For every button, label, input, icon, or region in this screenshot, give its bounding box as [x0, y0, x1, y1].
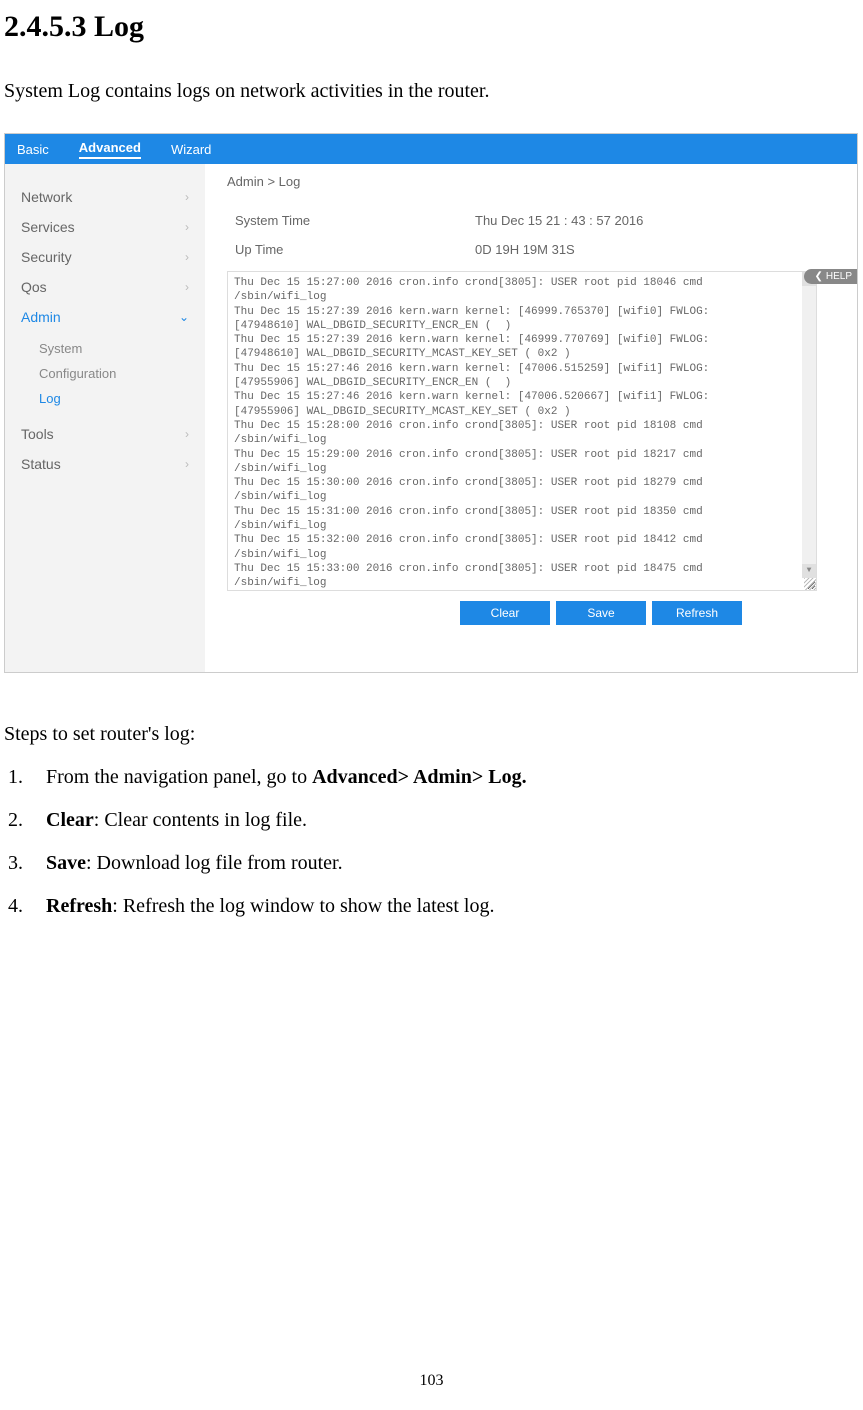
log-textarea[interactable]: Thu Dec 15 15:27:00 2016 cron.info crond… — [227, 271, 817, 591]
steps-list: 1. From the navigation panel, go to Adva… — [4, 766, 859, 918]
chevron-right-icon: › — [185, 250, 189, 264]
sidebar: Network › Services › Security › Qos › Ad… — [5, 164, 205, 672]
sidebar-item-label: Qos — [21, 279, 47, 295]
scrollbar-track[interactable] — [802, 272, 816, 578]
step-num: 1. — [8, 766, 46, 789]
tab-basic[interactable]: Basic — [17, 142, 49, 157]
step-2: 2. Clear: Clear contents in log file. — [8, 809, 859, 832]
step-num: 4. — [8, 895, 46, 918]
sidebar-item-label: Tools — [21, 426, 54, 442]
chevron-right-icon: › — [185, 190, 189, 204]
sidebar-item-label: Admin — [21, 309, 61, 325]
step-3: 3. Save: Download log file from router. — [8, 852, 859, 875]
help-tag[interactable]: ❮ HELP — [804, 269, 857, 284]
sidebar-item-security[interactable]: Security › — [5, 242, 205, 272]
step-4: 4. Refresh: Refresh the log window to sh… — [8, 895, 859, 918]
breadcrumb: Admin > Log — [225, 174, 837, 189]
system-time-value: Thu Dec 15 21 : 43 : 57 2016 — [475, 213, 643, 228]
sidebar-subitem-log[interactable]: Log — [39, 386, 205, 411]
chevron-right-icon: › — [185, 280, 189, 294]
page-number: 103 — [4, 1372, 859, 1390]
steps-intro: Steps to set router's log: — [4, 723, 859, 746]
sidebar-item-label: Security — [21, 249, 72, 265]
main-content: Admin > Log System Time Thu Dec 15 21 : … — [205, 164, 857, 672]
step-suffix: : Refresh the log window to show the lat… — [112, 895, 494, 917]
admin-subitems: System Configuration Log — [5, 332, 205, 419]
clear-button[interactable]: Clear — [460, 601, 550, 625]
help-label: HELP — [826, 271, 852, 282]
intro-text: System Log contains logs on network acti… — [4, 80, 859, 103]
step-bold: Advanced> Admin> Log. — [312, 766, 527, 788]
step-bold: Clear — [46, 809, 94, 831]
sidebar-item-network[interactable]: Network › — [5, 182, 205, 212]
resize-grip-icon[interactable] — [804, 578, 816, 590]
step-suffix: : Download log file from router. — [86, 852, 343, 874]
sidebar-item-tools[interactable]: Tools › — [5, 419, 205, 449]
sidebar-item-label: Services — [21, 219, 75, 235]
step-1: 1. From the navigation panel, go to Adva… — [8, 766, 859, 789]
chevron-right-icon: › — [185, 457, 189, 471]
sidebar-item-label: Status — [21, 456, 61, 472]
section-heading: 2.4.5.3 Log — [4, 10, 859, 44]
sidebar-item-label: Network — [21, 189, 72, 205]
sidebar-item-admin[interactable]: Admin ⌄ — [5, 302, 205, 332]
button-row: Clear Save Refresh — [225, 601, 837, 625]
sidebar-subitem-system[interactable]: System — [39, 336, 205, 361]
chevron-down-icon: ⌄ — [179, 310, 189, 324]
step-suffix: : Clear contents in log file. — [94, 809, 307, 831]
step-bold: Refresh — [46, 895, 112, 917]
top-tab-bar: Basic Advanced Wizard — [5, 134, 857, 164]
system-time-row: System Time Thu Dec 15 21 : 43 : 57 2016 — [225, 213, 837, 228]
chevron-right-icon: › — [185, 427, 189, 441]
step-num: 2. — [8, 809, 46, 832]
system-time-label: System Time — [235, 213, 475, 228]
chevron-right-icon: › — [185, 220, 189, 234]
up-time-label: Up Time — [235, 242, 475, 257]
help-icon: ❮ — [814, 271, 822, 282]
step-bold: Save — [46, 852, 86, 874]
step-text: From the navigation panel, go to — [46, 766, 312, 788]
sidebar-item-services[interactable]: Services › — [5, 212, 205, 242]
save-button[interactable]: Save — [556, 601, 646, 625]
up-time-row: Up Time 0D 19H 19M 31S — [225, 242, 837, 257]
up-time-value: 0D 19H 19M 31S — [475, 242, 575, 257]
sidebar-item-qos[interactable]: Qos › — [5, 272, 205, 302]
step-num: 3. — [8, 852, 46, 875]
refresh-button[interactable]: Refresh — [652, 601, 742, 625]
tab-wizard[interactable]: Wizard — [171, 142, 211, 157]
sidebar-item-status[interactable]: Status › — [5, 449, 205, 479]
scroll-down-icon[interactable]: ▼ — [802, 564, 816, 578]
sidebar-subitem-configuration[interactable]: Configuration — [39, 361, 205, 386]
tab-advanced[interactable]: Advanced — [79, 140, 141, 159]
router-ui-screenshot: Basic Advanced Wizard Network › Services… — [4, 133, 858, 673]
